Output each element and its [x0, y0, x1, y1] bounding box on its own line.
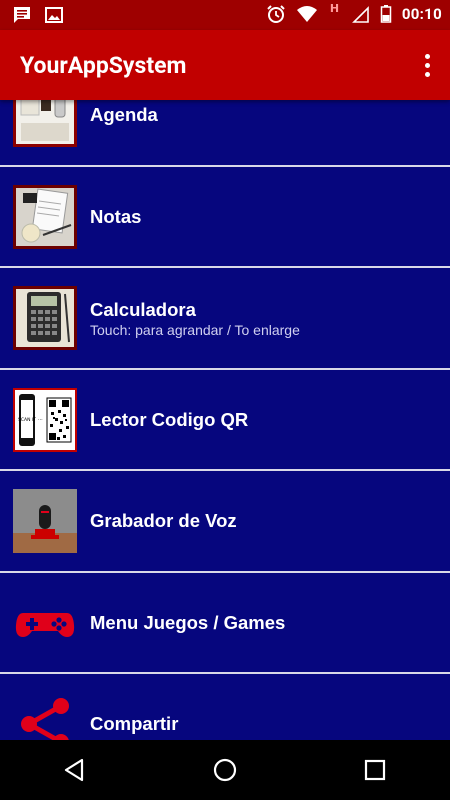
menu-item-grabador-voz[interactable]: Grabador de Voz [0, 471, 450, 573]
app-bar: YourAppSystem [0, 30, 450, 100]
screen: Agenda Notas Calculadora Touch: para agr… [0, 0, 450, 800]
menu-item-label: Compartir [90, 713, 179, 734]
h-signal-icon: H [328, 2, 342, 24]
status-bar: H 00:10 [0, 0, 450, 30]
menu-item-label: Notas [90, 205, 142, 227]
menu-item-label: Calculadora [90, 298, 196, 320]
status-time: 00:10 [401, 5, 442, 23]
overflow-menu-icon[interactable] [416, 50, 438, 80]
back-icon[interactable] [45, 740, 105, 800]
menu-list[interactable]: Agenda Notas Calculadora Touch: para agr… [0, 65, 450, 776]
home-icon[interactable] [195, 740, 255, 800]
battery-icon [380, 4, 392, 24]
image-icon [44, 5, 64, 25]
notes-thumbnail [13, 184, 77, 249]
cell-signal-icon [351, 4, 370, 24]
calculator-thumbnail [13, 286, 77, 350]
menu-item-label: Menu Juegos / Games [90, 611, 286, 633]
qr-thumb-text: SCAN IT [18, 417, 36, 423]
menu-item-label: Lector Codigo QR [90, 408, 249, 430]
recents-icon[interactable] [345, 740, 405, 800]
app-title: YourAppSystem [20, 52, 187, 79]
svg-text:···: ··· [38, 417, 43, 423]
network-type-label: H [329, 2, 340, 15]
menu-item-notas[interactable]: Notas [0, 166, 450, 268]
menu-item-juegos[interactable]: Menu Juegos / Games [0, 572, 450, 674]
wifi-icon [296, 4, 318, 24]
qr-phone-thumbnail: SCAN IT ··· [13, 387, 77, 452]
gamepad-icon [13, 591, 77, 655]
menu-item-lector-qr[interactable]: SCAN IT ··· Lector Codigo QR [0, 369, 450, 471]
message-icon [12, 5, 32, 25]
menu-item-label: Agenda [90, 104, 158, 125]
alarm-icon [266, 4, 286, 24]
microphone-thumbnail [13, 489, 77, 553]
menu-item-calculadora[interactable]: Calculadora Touch: para agrandar / To en… [0, 268, 450, 370]
navigation-bar [0, 740, 450, 800]
menu-item-sublabel: Touch: para agrandar / To enlarge [90, 321, 300, 338]
menu-item-label: Grabador de Voz [90, 510, 237, 531]
